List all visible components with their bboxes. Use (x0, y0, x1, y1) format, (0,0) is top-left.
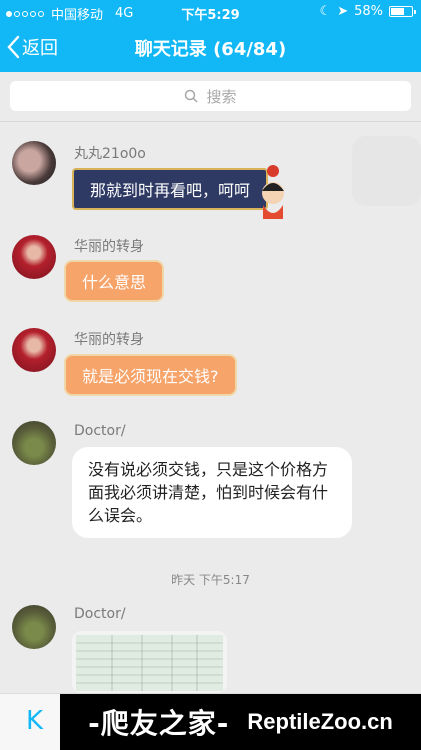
search-placeholder: 搜索 (206, 87, 237, 106)
message-bubble[interactable]: 那就到时再看吧，呵呵 (72, 168, 269, 210)
watermark-en: ReptileZoo.cn (247, 709, 393, 734)
watermark-banner: -爬友之家- ReptileZoo.cn (60, 694, 421, 750)
image-message[interactable] (72, 631, 227, 693)
battery-percent: 58% (354, 4, 383, 19)
search-input[interactable]: 搜索 (10, 81, 411, 111)
watermark-cn: -爬友之家- (88, 707, 230, 740)
battery-icon (389, 6, 416, 17)
search-bar: 搜索 (0, 72, 421, 122)
sender-name: Doctor/ (74, 423, 126, 439)
page-title: 聊天记录 (64/84) (134, 39, 287, 60)
sender-name: 华丽的转身 (74, 332, 144, 348)
floating-widget[interactable] (352, 136, 421, 206)
spreadsheet-thumbnail-icon (72, 631, 227, 693)
location-icon: ➤ (337, 4, 349, 19)
avatar[interactable] (12, 235, 56, 279)
nav-bar: 返回 聊天记录 (64/84) (0, 24, 421, 72)
message-text: 就是必须现在交钱? (82, 367, 219, 386)
message-bubble[interactable]: 就是必须现在交钱? (64, 354, 237, 396)
search-icon (185, 89, 199, 103)
timestamp: 昨天 下午5:17 (171, 573, 250, 587)
message-text: 什么意思 (82, 273, 147, 292)
avatar[interactable] (12, 328, 56, 372)
keyboard-icon[interactable]: K (26, 706, 43, 736)
message-bubble[interactable]: 什么意思 (64, 260, 165, 302)
avatar[interactable] (12, 141, 56, 185)
avatar[interactable] (12, 421, 56, 465)
message-text: 没有说必须交钱，只是这个价格方面我必须讲清楚，怕到时候会有什么误会。 (88, 460, 329, 525)
status-right: ☾ ➤ 58% (319, 4, 416, 19)
message-bubble[interactable]: 没有说必须交钱，只是这个价格方面我必须讲清楚，怕到时候会有什么误会。 (72, 447, 352, 538)
avatar[interactable] (12, 605, 56, 649)
sender-name: 华丽的转身 (74, 239, 144, 255)
status-bar: 中国移动 4G 下午5:29 ☾ ➤ 58% (0, 0, 421, 24)
message-text: 那就到时再看吧，呵呵 (90, 181, 251, 200)
sender-name: 丸丸21o0o (74, 146, 146, 162)
character-sticker-icon (262, 165, 284, 219)
sender-name: Doctor/ (74, 606, 126, 622)
moon-icon: ☾ (319, 4, 332, 19)
